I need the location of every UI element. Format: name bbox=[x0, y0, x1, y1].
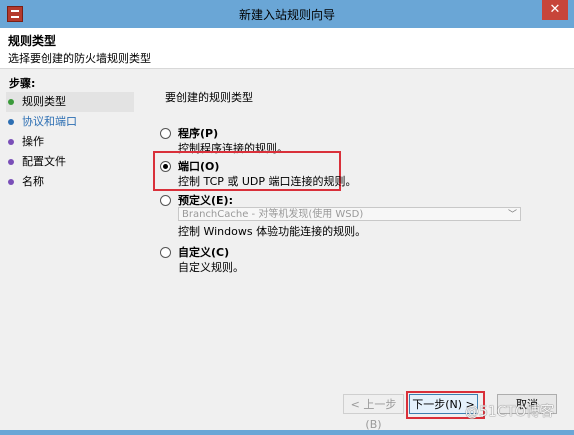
step-label: 规则类型 bbox=[22, 95, 66, 108]
option-description: 自定义规则。 bbox=[178, 261, 244, 274]
predefined-radio[interactable] bbox=[160, 195, 171, 206]
step-current-icon bbox=[8, 119, 14, 125]
step-label: 配置文件 bbox=[22, 155, 66, 168]
steps-list: 规则类型 协议和端口 操作 配置文件 名称 bbox=[6, 92, 134, 192]
watermark: @51CTO博客 bbox=[465, 404, 555, 420]
step-action[interactable]: 操作 bbox=[6, 132, 134, 152]
step-pending-icon bbox=[8, 159, 14, 165]
wizard-header: 规则类型 选择要创建的防火墙规则类型 bbox=[0, 28, 574, 69]
step-label: 协议和端口 bbox=[22, 115, 77, 128]
step-profile[interactable]: 配置文件 bbox=[6, 152, 134, 172]
port-radio[interactable] bbox=[160, 161, 171, 172]
option-label: 端口(O) bbox=[178, 160, 220, 173]
step-done-icon bbox=[8, 99, 14, 105]
step-name[interactable]: 名称 bbox=[6, 172, 134, 192]
option-label: 程序(P) bbox=[178, 127, 219, 140]
option-label: 预定义(E): bbox=[178, 194, 233, 207]
steps-title: 步骤: bbox=[9, 77, 36, 90]
step-protocol-ports[interactable]: 协议和端口 bbox=[6, 112, 134, 132]
chevron-down-icon: ﹀ bbox=[507, 210, 517, 220]
step-label: 操作 bbox=[22, 135, 44, 148]
option-description: 控制 Windows 体验功能连接的规则。 bbox=[178, 225, 367, 238]
step-rule-type[interactable]: 规则类型 bbox=[6, 92, 134, 112]
page-title: 规则类型 bbox=[8, 34, 57, 48]
custom-radio[interactable] bbox=[160, 247, 171, 258]
step-pending-icon bbox=[8, 179, 14, 185]
option-description: 控制 TCP 或 UDP 端口连接的规则。 bbox=[178, 175, 357, 188]
step-label: 名称 bbox=[22, 175, 44, 188]
close-button[interactable]: ✕ bbox=[542, 0, 568, 20]
steps-sidebar: 步骤: 规则类型 协议和端口 操作 配置文件 名称 bbox=[0, 69, 136, 430]
predefined-select-value: BranchCache - 对等机发现(使用 WSD) bbox=[182, 209, 364, 220]
step-pending-icon bbox=[8, 139, 14, 145]
main-panel: 要创建的规则类型 程序(P) 控制程序连接的规则。 端口(O) 控制 TCP 或… bbox=[136, 69, 574, 431]
page-subtitle: 选择要创建的防火墙规则类型 bbox=[8, 52, 151, 65]
program-radio[interactable] bbox=[160, 128, 171, 139]
title-bar[interactable]: 新建入站规则向导 ✕ bbox=[0, 0, 574, 28]
option-label: 自定义(C) bbox=[178, 246, 230, 259]
wizard-window: 新建入站规则向导 ✕ 规则类型 选择要创建的防火墙规则类型 步骤: 规则类型 协… bbox=[0, 0, 574, 431]
rule-type-question: 要创建的规则类型 bbox=[165, 91, 253, 104]
window-title: 新建入站规则向导 bbox=[238, 8, 335, 22]
predefined-select[interactable]: BranchCache - 对等机发现(使用 WSD) ﹀ bbox=[178, 207, 521, 221]
back-button[interactable]: < 上一步(B) bbox=[343, 394, 404, 431]
